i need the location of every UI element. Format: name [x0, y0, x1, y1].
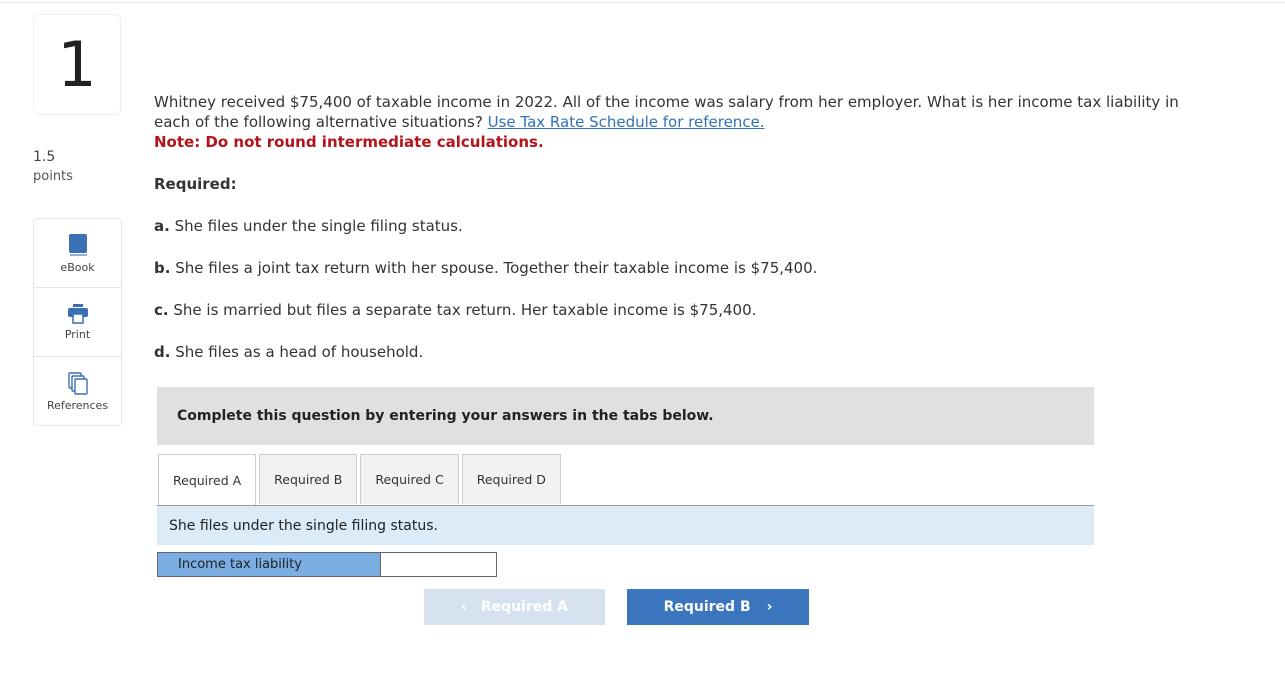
- tab-bar: Required A Required B Required C Require…: [158, 454, 564, 506]
- part-letter: c.: [154, 301, 169, 319]
- part-letter: a.: [154, 217, 170, 235]
- part-letter: d.: [154, 343, 171, 361]
- tab-required-c[interactable]: Required C: [360, 454, 459, 504]
- required-heading: Required:: [154, 175, 237, 193]
- prev-button-label: Required A: [480, 599, 568, 615]
- points-info: 1.5 points: [33, 147, 73, 187]
- references-button[interactable]: References: [34, 357, 121, 425]
- part-letter: b.: [154, 259, 171, 277]
- tax-rate-schedule-link[interactable]: Use Tax Rate Schedule for reference.: [488, 113, 765, 131]
- tab-required-d[interactable]: Required D: [461, 454, 561, 504]
- part-a: a. She files under the single filing sta…: [154, 216, 1184, 236]
- note-text: Note: Do not round intermediate calculat…: [154, 133, 544, 151]
- top-divider: [0, 2, 1285, 3]
- tools-panel: eBook Print References: [33, 218, 122, 426]
- print-label: Print: [64, 327, 91, 341]
- references-label: References: [46, 398, 109, 412]
- part-c: c. She is married but files a separate t…: [154, 300, 1184, 320]
- prev-button[interactable]: ‹ Required A: [424, 589, 605, 625]
- copy-icon: [67, 371, 88, 395]
- print-button[interactable]: Print: [34, 288, 121, 357]
- income-tax-liability-label: Income tax liability: [158, 553, 381, 576]
- tab-required-a[interactable]: Required A: [158, 454, 257, 506]
- tab-description: She files under the single filing status…: [157, 506, 1094, 545]
- part-text: She is married but files a separate tax …: [173, 301, 757, 319]
- part-text: She files under the single filing status…: [174, 217, 463, 235]
- tab-required-b[interactable]: Required B: [259, 454, 358, 504]
- points-value: 1.5: [33, 149, 56, 165]
- chevron-left-icon: ‹: [461, 599, 467, 615]
- instructions-banner: Complete this question by entering your …: [157, 387, 1094, 445]
- question-text: Whitney received $75,400 of taxable inco…: [154, 92, 1184, 132]
- points-label: points: [33, 169, 73, 184]
- ebook-button[interactable]: eBook: [34, 219, 121, 288]
- part-text: She files as a head of household.: [175, 343, 424, 361]
- book-icon: [68, 233, 87, 256]
- next-button[interactable]: Required B ›: [627, 589, 809, 625]
- question-number: 1: [33, 14, 121, 115]
- part-text: She files a joint tax return with her sp…: [175, 259, 818, 277]
- part-b: b. She files a joint tax return with her…: [154, 258, 1184, 278]
- question-body: Whitney received $75,400 of taxable inco…: [154, 92, 1184, 362]
- part-d: d. She files as a head of household.: [154, 342, 1184, 362]
- chevron-right-icon: ›: [766, 599, 773, 615]
- answer-row: Income tax liability: [157, 552, 497, 577]
- income-tax-liability-input[interactable]: [381, 553, 496, 576]
- ebook-label: eBook: [60, 260, 95, 274]
- next-button-label: Required B: [663, 599, 751, 615]
- printer-icon: [67, 303, 88, 324]
